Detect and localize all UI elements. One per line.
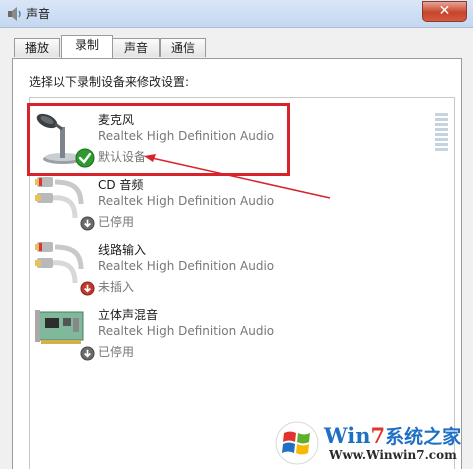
disabled-arrow-icon [80, 346, 95, 361]
device-item-stereo-mix[interactable]: 立体声混音 Realtek High Definition Audio 已停用 [30, 300, 454, 362]
watermark-brand: Win7系统之家 [324, 423, 462, 448]
device-driver: Realtek High Definition Audio [98, 194, 275, 208]
device-name: 线路输入 [98, 243, 147, 257]
speaker-icon [8, 7, 21, 21]
device-item-line-in[interactable]: 线路输入 Realtek High Definition Audio 未插入 [30, 235, 454, 297]
close-button[interactable]: ✕ [422, 1, 467, 22]
device-status: 已停用 [98, 215, 135, 229]
device-item-cd-audio[interactable]: CD 音频 Realtek High Definition Audio 已停用 [30, 170, 454, 232]
window-title: 声音 [26, 7, 51, 21]
tab-sounds[interactable]: 声音 [112, 38, 160, 57]
title-bar: 声音 ✕ [0, 0, 473, 28]
level-meter [435, 113, 448, 153]
watermark: Win7系统之家 Www.Winwin7.com [272, 420, 472, 468]
disabled-arrow-icon [80, 216, 95, 231]
tab-recording[interactable]: 录制 [61, 35, 113, 58]
device-driver: Realtek High Definition Audio [98, 324, 275, 338]
instruction-text: 选择以下录制设备来修改设置: [29, 75, 190, 89]
annotation-highlight-box [27, 103, 290, 176]
close-icon: ✕ [438, 3, 451, 19]
device-status: 已停用 [98, 345, 135, 359]
sound-dialog: 声音 ✕ 播放 录制 声音 通信 选择以下录制设备来修改设置: 麦克风 Real… [0, 0, 473, 469]
device-status: 未插入 [98, 280, 135, 294]
tab-playback[interactable]: 播放 [14, 38, 60, 57]
tab-communications[interactable]: 通信 [160, 38, 206, 57]
windows-logo-icon [275, 421, 319, 465]
device-driver: Realtek High Definition Audio [98, 259, 275, 273]
device-name: CD 音频 [98, 178, 144, 192]
unplugged-arrow-icon [80, 281, 95, 296]
device-name: 立体声混音 [98, 308, 159, 322]
watermark-url: Www.Winwin7.com [329, 448, 457, 462]
